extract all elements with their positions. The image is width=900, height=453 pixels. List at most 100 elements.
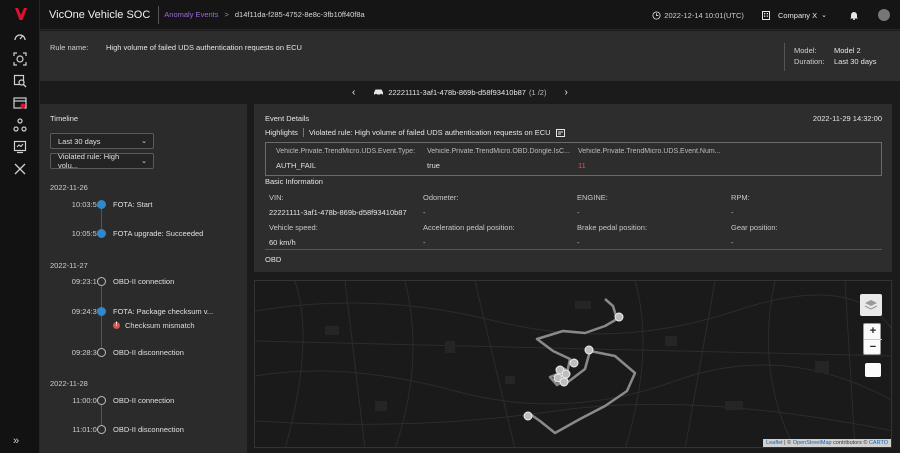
top-bar-actions: 2022-12-14 10:01(UTC) Company X ⌄ — [652, 0, 900, 30]
info-field-vehicle-speed: Vehicle speed: 60 km/h — [269, 223, 419, 247]
timeline-date: 2022-11-27 — [50, 261, 88, 270]
highlight-item: Vehicle.Private.TrendMicro.UDS.Event.Num… — [578, 148, 728, 170]
event-label: FOTA upgrade: Succeeded — [113, 229, 204, 238]
field-label: Acceleration pedal position: — [423, 223, 515, 232]
basic-info-title: Basic Information — [265, 177, 323, 186]
divider — [302, 128, 304, 137]
event-label: OBD-II disconnection — [113, 348, 184, 357]
map-layers-button[interactable] — [860, 294, 882, 316]
osm-link[interactable]: OpenStreetMap — [793, 440, 832, 446]
vehicle-id: 22221111-3af1-478b-869b-d58f93410b87 — [388, 87, 526, 97]
info-field-acceleration: Acceleration pedal position: - — [423, 223, 573, 247]
model-value: Model 2 — [834, 46, 861, 55]
info-field-gear: Gear position: - — [731, 223, 881, 247]
sidebar: » — [0, 0, 40, 453]
report-icon[interactable] — [13, 140, 27, 154]
field-value: - — [577, 208, 580, 217]
field-label: ENGINE: — [577, 193, 608, 202]
info-field-brake: Brake pedal position: - — [577, 223, 727, 247]
leaflet-link[interactable]: Leaflet — [766, 440, 783, 446]
rule-name-value: High volume of failed UDS authentication… — [106, 43, 302, 52]
time-range-select[interactable]: Last 30 days ⌄ — [50, 133, 154, 149]
breadcrumb-separator: > — [224, 10, 229, 19]
highlight-key: Vehicle.Private.TrendMicro.UDS.Event.Num… — [578, 148, 721, 155]
timeline-event[interactable]: 11:00:00 OBD-II connection — [40, 393, 247, 407]
field-value: - — [423, 238, 426, 247]
field-value: - — [577, 238, 580, 247]
event-details-title: Event Details — [265, 114, 310, 123]
info-field-vin: VIN: 22221111-3af1-478b-869b-d58f93410b8… — [269, 193, 419, 217]
breadcrumb-anomaly-events[interactable]: Anomaly Events — [164, 10, 218, 19]
brand-logo[interactable] — [14, 7, 28, 21]
field-label: VIN: — [269, 193, 284, 202]
highlights-label: Highlights — [265, 128, 298, 137]
highlight-value: true — [427, 161, 440, 170]
event-label: FOTA: Package checksum v... — [113, 307, 214, 316]
obd-section-label[interactable]: OBD — [265, 255, 281, 264]
carto-link[interactable]: CARTO — [869, 440, 888, 446]
company-selector[interactable]: Company X ⌄ — [761, 10, 827, 20]
event-dot — [97, 307, 106, 316]
car-icon — [374, 89, 384, 96]
route-map[interactable]: + − Leaflet | © OpenStreetMap contributo… — [254, 280, 892, 448]
info-field-engine: ENGINE: - — [577, 193, 727, 217]
time-range-value: Last 30 days — [58, 136, 101, 146]
timeline-event[interactable]: 10:05:55 FOTA upgrade: Succeeded — [40, 226, 247, 240]
next-vehicle-button[interactable]: › — [564, 87, 567, 98]
timeline-event[interactable]: 09:24:37 FOTA: Package checksum v... ! C… — [40, 304, 247, 332]
timeline-event[interactable]: 11:01:00 OBD-II disconnection — [40, 422, 247, 436]
divider — [158, 5, 160, 24]
detection-icon[interactable] — [13, 52, 27, 66]
zoom-out-button[interactable]: − — [864, 340, 882, 356]
tools-icon[interactable] — [13, 162, 27, 176]
timeline-event[interactable]: 09:23:10 OBD-II connection — [40, 274, 247, 288]
bell-icon[interactable] — [849, 10, 859, 20]
warning-text: Checksum mismatch — [125, 321, 195, 330]
highlight-value: 11 — [578, 161, 586, 170]
chevron-down-icon: ⌄ — [141, 158, 147, 165]
alert-icon: ! — [113, 322, 120, 329]
event-dot — [97, 229, 106, 238]
user-avatar[interactable] — [878, 9, 890, 21]
chevron-down-icon: ⌄ — [821, 12, 827, 19]
field-label: RPM: — [731, 193, 750, 202]
info-field-odometer: Odometer: - — [423, 193, 573, 217]
duration-label: Duration: — [794, 57, 825, 66]
duration-value: Last 30 days — [834, 57, 877, 66]
rule-details-icon[interactable] — [555, 128, 565, 137]
event-label: FOTA: Start — [113, 200, 153, 209]
model-label: Model: — [794, 46, 817, 55]
violated-rule-select[interactable]: Violated rule: High volu... ⌄ — [50, 152, 154, 170]
vehicle-count: (1 /2) — [528, 87, 547, 97]
events-icon[interactable] — [13, 96, 27, 110]
violated-rule-text: Violated rule: High volume of failed UDS… — [308, 128, 551, 137]
vehicle-pager: ‹ 22221111-3af1-478b-869b-d58f93410b87 (… — [352, 84, 568, 100]
timeline-event[interactable]: 09:28:31 OBD-II disconnection — [40, 345, 247, 359]
fullscreen-button[interactable] — [865, 363, 881, 377]
field-label: Brake pedal position: — [577, 223, 648, 232]
basic-info-grid: VIN: 22221111-3af1-478b-869b-d58f93410b8… — [265, 188, 882, 250]
rule-panel: Rule name: High volume of failed UDS aut… — [40, 31, 900, 81]
network-icon[interactable] — [13, 118, 27, 132]
highlight-item: Vehicle.Private.TrendMicro.UDS.Event.Typ… — [276, 148, 426, 170]
field-value: 60 km/h — [269, 238, 296, 247]
highlights-box: Vehicle.Private.TrendMicro.UDS.Event.Typ… — [265, 142, 882, 176]
timeline-panel: Timeline Last 30 days ⌄ Violated rule: H… — [40, 104, 247, 453]
field-value: - — [731, 238, 734, 247]
previous-vehicle-button[interactable]: ‹ — [352, 87, 355, 98]
info-field-rpm: RPM: - — [731, 193, 881, 217]
zoom-in-button[interactable]: + — [864, 324, 882, 340]
breadcrumb-current: d14f11da-f285-4752-8e8c-3fb10ff40f8a — [234, 10, 365, 19]
event-label: OBD-II connection — [113, 396, 175, 405]
attribution-text: | © — [782, 440, 793, 446]
expand-sidebar-button[interactable]: » — [13, 435, 19, 447]
clock: 2022-12-14 10:01(UTC) — [652, 11, 744, 20]
company-name: Company X — [777, 10, 818, 20]
violated-rule-value: Violated rule: High volu... — [58, 152, 120, 170]
dashboard-icon[interactable] — [13, 30, 27, 44]
investigation-icon[interactable] — [13, 74, 27, 88]
highlight-item: Vehicle.Private.TrendMicro.OBD.Dongle.Is… — [427, 148, 577, 170]
field-value: 22221111-3af1-478b-869b-d58f93410b87 — [269, 208, 407, 217]
timeline-event[interactable]: 10:03:52 FOTA: Start — [40, 197, 247, 211]
building-icon — [761, 10, 770, 20]
